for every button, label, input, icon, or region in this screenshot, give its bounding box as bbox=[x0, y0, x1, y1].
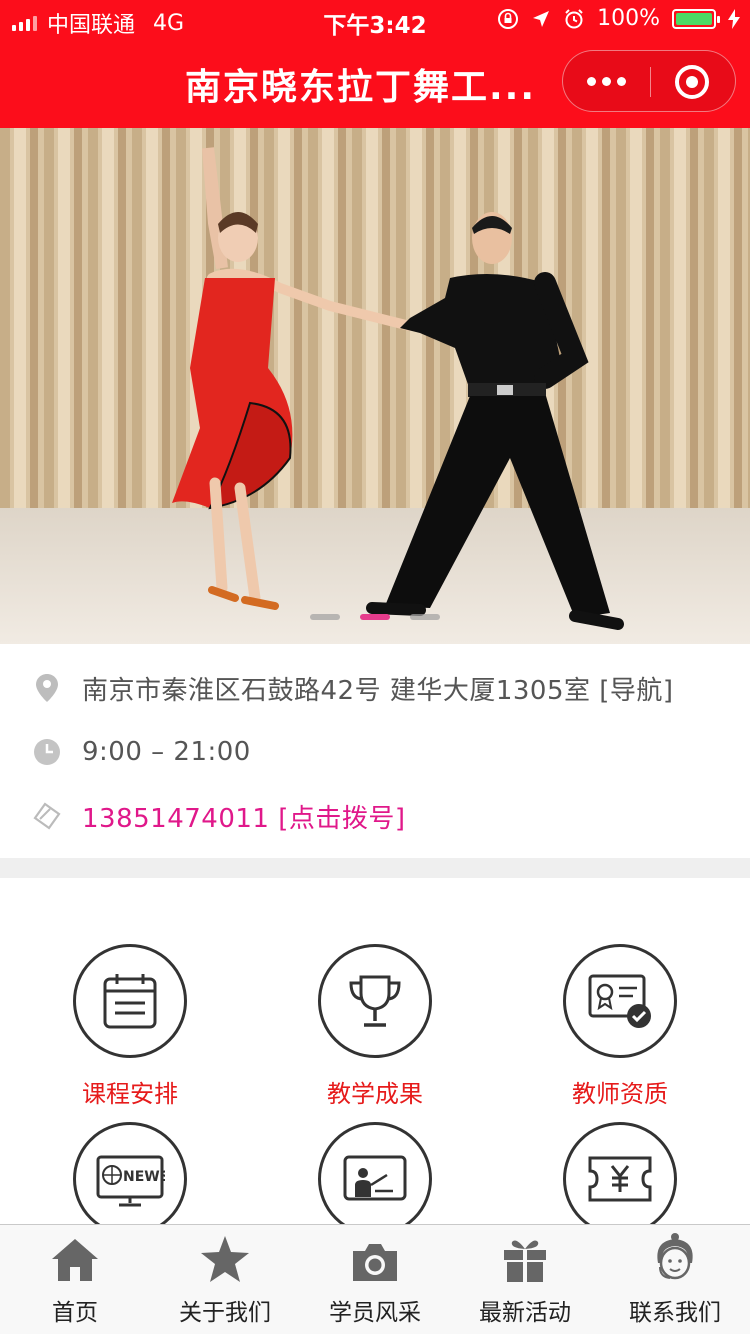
grid-label: 课程安排 bbox=[82, 1080, 178, 1108]
svg-text:NEWS: NEWS bbox=[123, 1169, 165, 1185]
gift-icon bbox=[502, 1225, 548, 1287]
mini-program-capsule bbox=[562, 50, 736, 112]
clock-icon bbox=[32, 737, 62, 767]
status-bar: 中国联通 4G 下午3:42 100% bbox=[0, 0, 750, 40]
address-text: 南京市秦淮区石鼓路42号 建华大厦1305室 [导航] bbox=[82, 675, 674, 706]
tab-bar: 首页 关于我们 学员风采 最新活动 联系我们 bbox=[0, 1224, 750, 1334]
carousel-dot[interactable] bbox=[410, 614, 440, 620]
hours-text: 9:00 – 21:00 bbox=[82, 737, 251, 767]
hours-row: 9:00 – 21:00 bbox=[0, 720, 750, 784]
phone-text: 13851474011 [点击拨号] bbox=[82, 803, 406, 834]
tab-latest-events[interactable]: 最新活动 bbox=[450, 1225, 600, 1334]
tab-label: 联系我们 bbox=[629, 1300, 721, 1326]
close-mini-program-button[interactable] bbox=[675, 65, 709, 99]
battery-icon bbox=[672, 8, 720, 29]
tab-about-us[interactable]: 关于我们 bbox=[150, 1225, 300, 1334]
address-row[interactable]: 南京市秦淮区石鼓路42号 建华大厦1305室 [导航] bbox=[0, 656, 750, 720]
grid-item-teaching-results[interactable]: 教学成果 bbox=[250, 944, 500, 1109]
location-pin-icon bbox=[32, 673, 62, 703]
tab-home[interactable]: 首页 bbox=[0, 1225, 150, 1334]
page-title: 南京晓东拉丁舞工... bbox=[185, 67, 537, 108]
tab-label: 首页 bbox=[52, 1300, 98, 1326]
teaching-board-icon bbox=[318, 1122, 432, 1236]
grid-label: 教学成果 bbox=[327, 1080, 423, 1108]
tab-student-gallery[interactable]: 学员风采 bbox=[300, 1225, 450, 1334]
capsule-divider bbox=[650, 67, 651, 97]
grid-item-course-schedule[interactable]: 课程安排 bbox=[5, 944, 255, 1109]
carousel-dot[interactable] bbox=[310, 614, 340, 620]
tab-label: 关于我们 bbox=[179, 1300, 271, 1326]
carousel-indicator bbox=[0, 614, 750, 620]
home-icon bbox=[50, 1225, 100, 1287]
phone-row[interactable]: 13851474011 [点击拨号] bbox=[0, 784, 750, 848]
camera-icon bbox=[350, 1225, 400, 1287]
star-icon bbox=[200, 1225, 250, 1287]
alarm-icon bbox=[565, 8, 583, 28]
trophy-icon bbox=[318, 944, 432, 1058]
tab-contact-us[interactable]: 联系我们 bbox=[600, 1225, 750, 1334]
dancers-photo bbox=[0, 128, 750, 644]
store-info: 南京市秦淮区石鼓路42号 建华大厦1305室 [导航] 9:00 – 21:00… bbox=[0, 644, 750, 858]
top-bar: 中国联通 4G 下午3:42 100% 南京晓东拉丁舞工... bbox=[0, 0, 750, 128]
certificate-icon bbox=[563, 944, 677, 1058]
carousel-dot-active[interactable] bbox=[360, 614, 390, 620]
orientation-lock-icon bbox=[498, 8, 519, 29]
tab-label: 学员风采 bbox=[329, 1300, 421, 1326]
banner-carousel[interactable] bbox=[0, 128, 750, 644]
phone-icon bbox=[32, 801, 62, 831]
grid-item-teacher-qualification[interactable]: 教师资质 bbox=[495, 944, 745, 1109]
news-icon: NEWS bbox=[73, 1122, 187, 1236]
grid-label: 教师资质 bbox=[572, 1080, 668, 1108]
battery-percent: 100% bbox=[597, 6, 660, 31]
customer-service-icon bbox=[650, 1225, 700, 1287]
more-button[interactable] bbox=[563, 51, 650, 111]
yuan-ticket-icon bbox=[563, 1122, 677, 1236]
section-divider bbox=[0, 858, 750, 878]
calendar-icon bbox=[73, 944, 187, 1058]
location-icon bbox=[533, 10, 550, 27]
charging-icon bbox=[728, 8, 740, 29]
tab-label: 最新活动 bbox=[479, 1300, 571, 1326]
